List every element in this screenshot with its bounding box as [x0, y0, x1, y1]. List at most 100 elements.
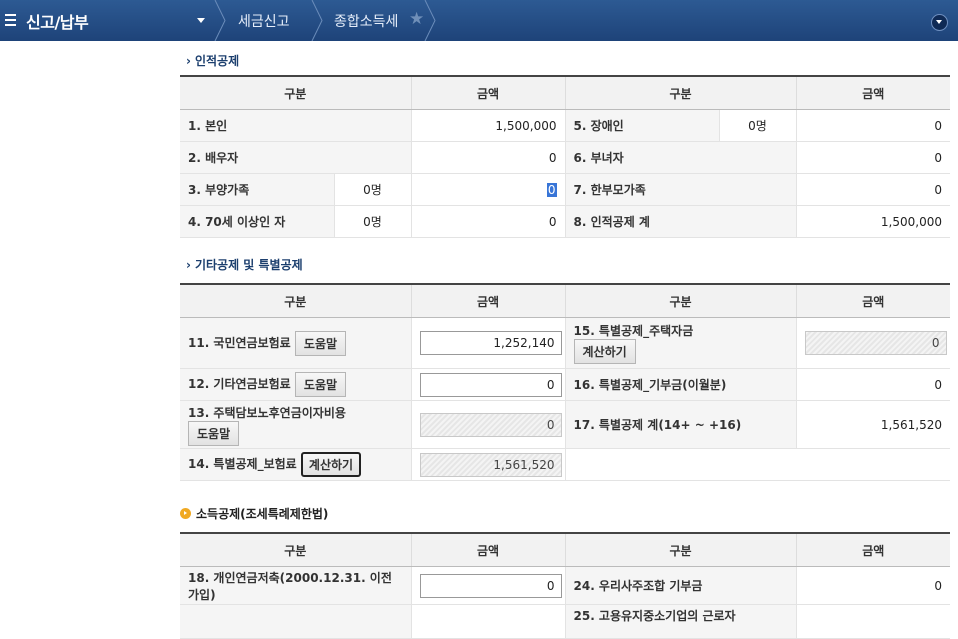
- amount-value: 0: [795, 173, 950, 206]
- mortgage-interest-readonly-field: 0: [419, 412, 562, 437]
- table-row: 18. 개인연금저축(2000.12.31. 이전 가입) 0 24. 우리사주…: [180, 566, 950, 605]
- row-label: 13. 주택담보노후연금이자비용: [188, 405, 346, 420]
- calculate-button[interactable]: 계산하기: [300, 452, 362, 477]
- chevron-down-icon[interactable]: [197, 18, 205, 23]
- person-count: 0명: [333, 205, 411, 238]
- breadcrumb-separator-icon: [311, 0, 323, 41]
- row-label-cell: 15. 특별공제_주택자금 계산하기: [564, 317, 796, 369]
- row-label: 16. 특별공제_기부금(이월분): [564, 368, 796, 401]
- column-header-amount: 금액: [410, 284, 565, 318]
- help-button[interactable]: 도움말: [188, 420, 240, 446]
- row-label: 17. 특별공제 계(14+ ~ +16): [564, 400, 796, 449]
- hamburger-menu-icon[interactable]: [5, 14, 16, 29]
- section-title-tax-special-deduction: 소득공제(조세특례제한법): [180, 505, 328, 522]
- row-label-cell: 14. 특별공제_보험료 계산하기: [180, 448, 411, 481]
- tax-special-deduction-table: 구분 금액 구분 금액 18. 개인연금저축(2000.12.31. 이전 가입…: [180, 532, 950, 639]
- column-header-category: 구분: [564, 533, 796, 567]
- table-row: 3. 부양가족 0명 0 7. 한부모가족 0: [180, 173, 950, 206]
- row-label: 11. 국민연금보험료: [188, 335, 291, 350]
- top-navigation-bar: 신고/납부 세금신고 종합소득세 ★: [0, 0, 958, 41]
- table-row: 13. 주택담보노후연금이자비용 도움말 0 17. 특별공제 계(14+ ~ …: [180, 400, 950, 449]
- table-row: 2. 배우자 0 6. 부녀자 0: [180, 141, 950, 174]
- amount-value: 1,561,520: [795, 400, 950, 449]
- section-title-personal-deduction: › 인적공제: [186, 52, 239, 69]
- table-row: 12. 기타연금보험료 도움말 0 16. 특별공제_기부금(이월분) 0: [180, 368, 950, 401]
- special-deduction-table: 구분 금액 구분 금액 11. 국민연금보험료 도움말 1,252,140 15…: [180, 283, 950, 481]
- amount-value: 1,500,000: [795, 205, 950, 238]
- breadcrumb-item-tax-report[interactable]: 세금신고: [238, 11, 290, 31]
- amount-cell: 1,561,520: [410, 448, 565, 481]
- person-count: 0명: [718, 109, 796, 142]
- column-header-amount: 금액: [410, 76, 565, 110]
- page-title[interactable]: 신고/납부: [26, 9, 89, 33]
- table-row: 14. 특별공제_보험료 계산하기 1,561,520: [180, 448, 950, 481]
- section-title-text: 소득공제(조세특례제한법): [196, 507, 329, 521]
- row-label: 7. 한부모가족: [564, 173, 796, 206]
- personal-pension-input[interactable]: 0: [419, 573, 562, 598]
- amount-cell: 0: [410, 368, 565, 401]
- amount-input-focused[interactable]: 0: [410, 173, 565, 206]
- row-label-continued: 가입): [188, 587, 216, 602]
- insurance-readonly-field: 1,561,520: [419, 452, 562, 477]
- table-row: 4. 70세 이상인 자 0명 0 8. 인적공제 계 1,500,000: [180, 205, 950, 238]
- housing-fund-readonly-field: 0: [804, 331, 947, 355]
- amount-cell: [795, 604, 950, 639]
- table-row: 11. 국민연금보험료 도움말 1,252,140 15. 특별공제_주택자금 …: [180, 317, 950, 369]
- row-label-cell: 13. 주택담보노후연금이자비용 도움말: [180, 400, 411, 449]
- amount-value: 0: [410, 141, 565, 174]
- column-header-amount: 금액: [410, 533, 565, 567]
- row-label: 18. 개인연금저축(2000.12.31. 이전: [188, 570, 392, 585]
- selected-value[interactable]: 0: [546, 182, 557, 197]
- amount-value: 1,500,000: [410, 109, 565, 142]
- section-title-text: 인적공제: [194, 54, 240, 68]
- national-pension-input[interactable]: 1,252,140: [419, 331, 562, 355]
- row-label: 8. 인적공제 계: [564, 205, 796, 238]
- calculate-button[interactable]: 계산하기: [573, 339, 636, 364]
- row-label: 14. 특별공제_보험료: [188, 457, 297, 471]
- chevron-right-icon: ›: [186, 54, 191, 68]
- other-pension-input[interactable]: 0: [419, 372, 562, 397]
- collapse-toggle-icon[interactable]: [931, 14, 948, 31]
- row-label: 25. 고용유지중소기업의 근로자: [564, 604, 796, 639]
- table-row: 1. 본인 1,500,000 5. 장애인 0명 0: [180, 109, 950, 142]
- breadcrumb-item-income-tax[interactable]: 종합소득세: [334, 11, 398, 31]
- row-label: 5. 장애인: [564, 109, 719, 142]
- section-title-special-deduction: › 기타공제 및 특별공제: [186, 256, 303, 273]
- column-header-category: 구분: [564, 76, 796, 110]
- person-count: 0명: [333, 173, 411, 206]
- amount-cell: 0: [410, 400, 565, 449]
- amount-value: 0: [410, 205, 565, 238]
- amount-value: 0: [795, 368, 950, 401]
- breadcrumb-separator-icon: [424, 0, 436, 41]
- column-header-amount: 금액: [795, 533, 950, 567]
- breadcrumb-separator-icon: [214, 0, 226, 41]
- row-label-cell: 18. 개인연금저축(2000.12.31. 이전 가입): [180, 566, 411, 605]
- row-label: 6. 부녀자: [564, 141, 796, 174]
- amount-cell: 0: [795, 317, 950, 369]
- row-label: 2. 배우자: [180, 141, 411, 174]
- help-button[interactable]: 도움말: [294, 372, 347, 397]
- row-label: 12. 기타연금보험료: [188, 377, 291, 391]
- column-header-category: 구분: [180, 533, 411, 567]
- row-label-cell: [180, 604, 411, 639]
- row-label: 15. 특별공제_주택자금: [573, 324, 694, 338]
- table-row: 25. 고용유지중소기업의 근로자: [180, 604, 950, 639]
- amount-value: 0: [795, 566, 950, 605]
- bullet-arrow-icon: [180, 508, 191, 519]
- amount-cell: 1,252,140: [410, 317, 565, 369]
- help-button[interactable]: 도움말: [294, 330, 347, 356]
- row-label: 3. 부양가족: [180, 173, 334, 206]
- amount-cell: [410, 604, 565, 639]
- column-header-category: 구분: [564, 284, 796, 318]
- chevron-right-icon: ›: [186, 258, 191, 272]
- column-header-amount: 금액: [795, 76, 950, 110]
- favorite-star-icon[interactable]: ★: [409, 9, 424, 29]
- section-title-text: 기타공제 및 특별공제: [194, 258, 303, 272]
- row-label-cell: 12. 기타연금보험료 도움말: [180, 368, 411, 401]
- row-label-cell: 11. 국민연금보험료 도움말: [180, 317, 411, 369]
- column-header-amount: 금액: [795, 284, 950, 318]
- row-label: 1. 본인: [180, 109, 411, 142]
- row-label: 24. 우리사주조합 기부금: [564, 566, 796, 605]
- empty-cell: [564, 448, 950, 481]
- row-label: 4. 70세 이상인 자: [180, 205, 334, 238]
